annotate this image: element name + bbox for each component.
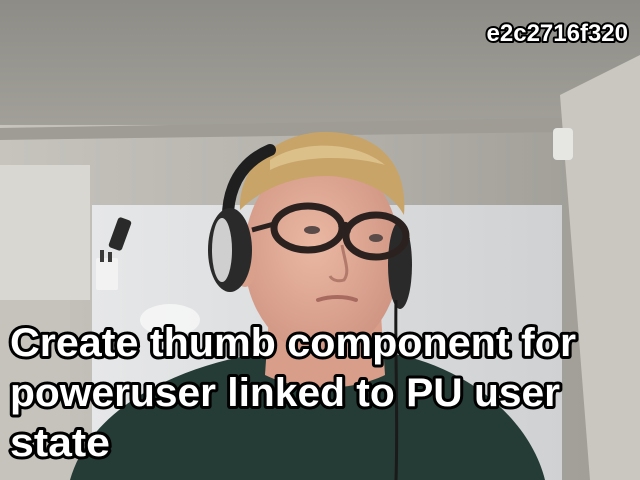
headphone-cup-left-ring [212, 218, 232, 282]
webcam-scene: e2c2716f320 Create thumb component for p… [0, 0, 640, 480]
marker-holder [96, 258, 118, 290]
eye-left [304, 226, 320, 234]
commit-hash: e2c2716f320 [487, 20, 628, 47]
left-panel [0, 165, 90, 300]
caption-line-1: Create thumb component for [10, 321, 576, 365]
eye-right [369, 234, 383, 242]
marker-2 [108, 252, 112, 262]
caption-line-3: state [10, 421, 110, 465]
caption-line-2: poweruser linked to PU user [10, 371, 560, 415]
wall-sensor [553, 128, 573, 160]
marker-1 [100, 250, 104, 262]
webcam-frame: e2c2716f320 Create thumb component for p… [0, 0, 640, 480]
